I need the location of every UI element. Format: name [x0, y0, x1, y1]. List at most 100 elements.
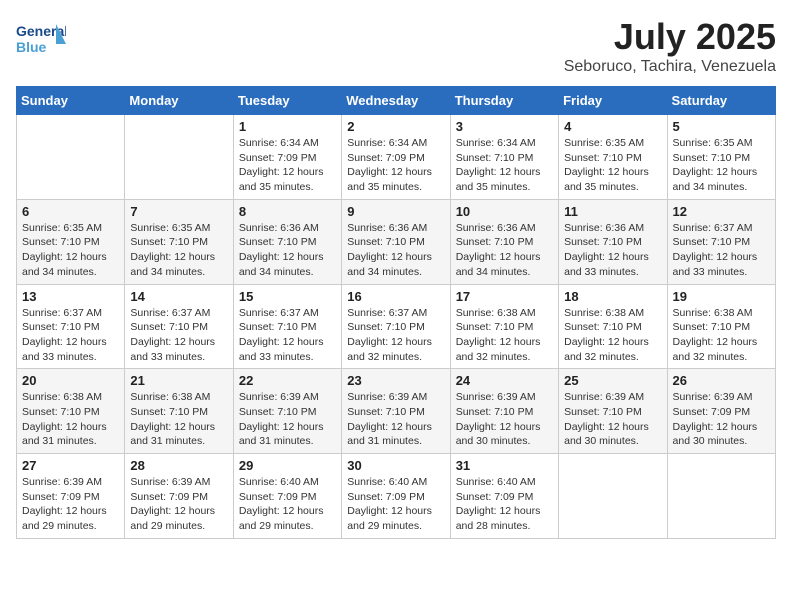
day-number: 4 — [564, 119, 661, 134]
calendar-day-cell: 10 Sunrise: 6:36 AM Sunset: 7:10 PM Dayli… — [450, 199, 558, 284]
day-of-week-header: Tuesday — [233, 87, 341, 115]
day-number: 3 — [456, 119, 553, 134]
calendar-day-cell: 9 Sunrise: 6:36 AM Sunset: 7:10 PM Daylig… — [342, 199, 450, 284]
day-info: Sunrise: 6:38 AM Sunset: 7:10 PM Dayligh… — [130, 390, 227, 449]
day-info: Sunrise: 6:36 AM Sunset: 7:10 PM Dayligh… — [564, 221, 661, 280]
day-number: 14 — [130, 289, 227, 304]
calendar-day-cell: 26 Sunrise: 6:39 AM Sunset: 7:09 PM Dayli… — [667, 369, 775, 454]
day-of-week-header: Wednesday — [342, 87, 450, 115]
day-info: Sunrise: 6:38 AM Sunset: 7:10 PM Dayligh… — [22, 390, 119, 449]
day-info: Sunrise: 6:40 AM Sunset: 7:09 PM Dayligh… — [456, 475, 553, 534]
calendar-day-cell: 5Sunrise: 6:35 AM Sunset: 7:10 PM Daylig… — [667, 115, 775, 200]
title-block: July 2025 Seboruco, Tachira, Venezuela — [564, 16, 776, 76]
calendar-day-cell: 21 Sunrise: 6:38 AM Sunset: 7:10 PM Dayli… — [125, 369, 233, 454]
day-info: Sunrise: 6:39 AM Sunset: 7:09 PM Dayligh… — [130, 475, 227, 534]
location-subtitle: Seboruco, Tachira, Venezuela — [564, 58, 776, 76]
day-info: Sunrise: 6:37 AM Sunset: 7:10 PM Dayligh… — [347, 306, 444, 365]
day-info: Sunrise: 6:39 AM Sunset: 7:09 PM Dayligh… — [673, 390, 770, 449]
calendar-day-cell: 23Sunrise: 6:39 AM Sunset: 7:10 PM Dayli… — [342, 369, 450, 454]
day-info: Sunrise: 6:37 AM Sunset: 7:10 PM Dayligh… — [130, 306, 227, 365]
day-info: Sunrise: 6:39 AM Sunset: 7:10 PM Dayligh… — [456, 390, 553, 449]
day-info: Sunrise: 6:36 AM Sunset: 7:10 PM Dayligh… — [347, 221, 444, 280]
day-number: 15 — [239, 289, 336, 304]
day-number: 24 — [456, 373, 553, 388]
day-info: Sunrise: 6:39 AM Sunset: 7:10 PM Dayligh… — [347, 390, 444, 449]
calendar-day-cell: 13 Sunrise: 6:37 AM Sunset: 7:10 PM Dayli… — [17, 284, 125, 369]
calendar-day-cell: 20 Sunrise: 6:38 AM Sunset: 7:10 PM Dayli… — [17, 369, 125, 454]
day-info: Sunrise: 6:40 AM Sunset: 7:09 PM Dayligh… — [239, 475, 336, 534]
calendar-day-cell: 19 Sunrise: 6:38 AM Sunset: 7:10 PM Dayli… — [667, 284, 775, 369]
day-number: 19 — [673, 289, 770, 304]
calendar-day-cell: 31Sunrise: 6:40 AM Sunset: 7:09 PM Dayli… — [450, 454, 558, 539]
day-number: 21 — [130, 373, 227, 388]
day-number: 9 — [347, 204, 444, 219]
day-of-week-header: Thursday — [450, 87, 558, 115]
calendar-day-cell — [17, 115, 125, 200]
calendar-day-cell: 27 Sunrise: 6:39 AM Sunset: 7:09 PM Dayli… — [17, 454, 125, 539]
calendar-day-cell: 6Sunrise: 6:35 AM Sunset: 7:10 PM Daylig… — [17, 199, 125, 284]
day-of-week-header: Sunday — [17, 87, 125, 115]
day-number: 7 — [130, 204, 227, 219]
calendar-day-cell: 4 Sunrise: 6:35 AM Sunset: 7:10 PM Daylig… — [559, 115, 667, 200]
calendar-day-cell — [667, 454, 775, 539]
day-info: Sunrise: 6:36 AM Sunset: 7:10 PM Dayligh… — [456, 221, 553, 280]
calendar-day-cell: 12 Sunrise: 6:37 AM Sunset: 7:10 PM Dayli… — [667, 199, 775, 284]
day-number: 1 — [239, 119, 336, 134]
day-info: Sunrise: 6:39 AM Sunset: 7:10 PM Dayligh… — [564, 390, 661, 449]
calendar-day-cell — [125, 115, 233, 200]
calendar-day-cell: 14 Sunrise: 6:37 AM Sunset: 7:10 PM Dayli… — [125, 284, 233, 369]
day-number: 30 — [347, 458, 444, 473]
calendar-week-row: 13 Sunrise: 6:37 AM Sunset: 7:10 PM Dayli… — [17, 284, 776, 369]
calendar-day-cell: 18 Sunrise: 6:38 AM Sunset: 7:10 PM Dayli… — [559, 284, 667, 369]
calendar-day-cell: 11 Sunrise: 6:36 AM Sunset: 7:10 PM Dayli… — [559, 199, 667, 284]
day-number: 5 — [673, 119, 770, 134]
calendar-day-cell: 28 Sunrise: 6:39 AM Sunset: 7:09 PM Dayli… — [125, 454, 233, 539]
day-number: 8 — [239, 204, 336, 219]
day-of-week-header: Monday — [125, 87, 233, 115]
day-of-week-header: Saturday — [667, 87, 775, 115]
calendar-day-cell: 7 Sunrise: 6:35 AM Sunset: 7:10 PM Daylig… — [125, 199, 233, 284]
day-info: Sunrise: 6:37 AM Sunset: 7:10 PM Dayligh… — [22, 306, 119, 365]
day-info: Sunrise: 6:35 AM Sunset: 7:10 PM Dayligh… — [130, 221, 227, 280]
day-info: Sunrise: 6:34 AM Sunset: 7:09 PM Dayligh… — [347, 136, 444, 195]
calendar-day-cell: 24 Sunrise: 6:39 AM Sunset: 7:10 PM Dayli… — [450, 369, 558, 454]
calendar-week-row: 20 Sunrise: 6:38 AM Sunset: 7:10 PM Dayli… — [17, 369, 776, 454]
day-number: 2 — [347, 119, 444, 134]
day-number: 22 — [239, 373, 336, 388]
day-number: 13 — [22, 289, 119, 304]
day-number: 26 — [673, 373, 770, 388]
calendar-week-row: 1 Sunrise: 6:34 AM Sunset: 7:09 PM Daylig… — [17, 115, 776, 200]
calendar-day-cell: 1 Sunrise: 6:34 AM Sunset: 7:09 PM Daylig… — [233, 115, 341, 200]
day-number: 28 — [130, 458, 227, 473]
calendar-day-cell: 16 Sunrise: 6:37 AM Sunset: 7:10 PM Dayli… — [342, 284, 450, 369]
day-info: Sunrise: 6:38 AM Sunset: 7:10 PM Dayligh… — [564, 306, 661, 365]
day-number: 29 — [239, 458, 336, 473]
calendar-day-cell — [559, 454, 667, 539]
day-number: 10 — [456, 204, 553, 219]
day-info: Sunrise: 6:38 AM Sunset: 7:10 PM Dayligh… — [673, 306, 770, 365]
calendar-day-cell: 22 Sunrise: 6:39 AM Sunset: 7:10 PM Dayli… — [233, 369, 341, 454]
day-info: Sunrise: 6:37 AM Sunset: 7:10 PM Dayligh… — [673, 221, 770, 280]
day-info: Sunrise: 6:35 AM Sunset: 7:10 PM Dayligh… — [564, 136, 661, 195]
calendar-day-cell: 25 Sunrise: 6:39 AM Sunset: 7:10 PM Dayli… — [559, 369, 667, 454]
day-number: 12 — [673, 204, 770, 219]
day-of-week-header: Friday — [559, 87, 667, 115]
day-info: Sunrise: 6:38 AM Sunset: 7:10 PM Dayligh… — [456, 306, 553, 365]
day-number: 11 — [564, 204, 661, 219]
calendar-day-cell: 2 Sunrise: 6:34 AM Sunset: 7:09 PM Daylig… — [342, 115, 450, 200]
day-number: 16 — [347, 289, 444, 304]
day-info: Sunrise: 6:39 AM Sunset: 7:09 PM Dayligh… — [22, 475, 119, 534]
day-number: 18 — [564, 289, 661, 304]
calendar-day-cell: 30Sunrise: 6:40 AM Sunset: 7:09 PM Dayli… — [342, 454, 450, 539]
svg-text:Blue: Blue — [16, 39, 47, 55]
day-info: Sunrise: 6:39 AM Sunset: 7:10 PM Dayligh… — [239, 390, 336, 449]
day-info: Sunrise: 6:34 AM Sunset: 7:09 PM Dayligh… — [239, 136, 336, 195]
day-number: 27 — [22, 458, 119, 473]
day-number: 25 — [564, 373, 661, 388]
day-info: Sunrise: 6:34 AM Sunset: 7:10 PM Dayligh… — [456, 136, 553, 195]
day-info: Sunrise: 6:37 AM Sunset: 7:10 PM Dayligh… — [239, 306, 336, 365]
page-header: General Blue July 2025 Seboruco, Tachira… — [16, 16, 776, 76]
calendar-day-cell: 29 Sunrise: 6:40 AM Sunset: 7:09 PM Dayli… — [233, 454, 341, 539]
day-number: 20 — [22, 373, 119, 388]
calendar-table: SundayMondayTuesdayWednesdayThursdayFrid… — [16, 86, 776, 539]
